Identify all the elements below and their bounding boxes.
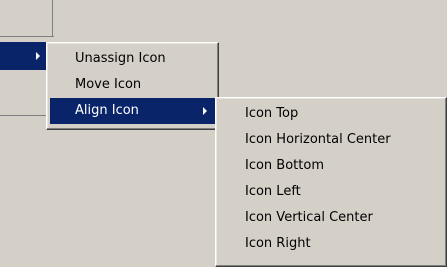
submenu-item-label: Icon Right — [245, 236, 311, 251]
submenu-item-icon-horizontal-center[interactable]: Icon Horizontal Center — [219, 127, 443, 153]
submenu-item-icon-bottom[interactable]: Icon Bottom — [219, 153, 443, 179]
menu-item-label: Align Icon — [75, 103, 139, 118]
menu-item-label: Move Icon — [75, 77, 142, 92]
menu-item-label: Unassign Icon — [75, 51, 166, 66]
submenu-item-label: Icon Vertical Center — [245, 210, 373, 225]
submenu-item-label: Icon Horizontal Center — [245, 132, 391, 147]
background-divider-horizontal-lower — [0, 115, 46, 116]
background-divider-vertical — [52, 0, 53, 36]
align-icon-submenu: Icon Top Icon Horizontal Center Icon Bot… — [215, 97, 447, 267]
submenu-arrow-icon — [36, 52, 40, 60]
menu-item-unassign-icon[interactable]: Unassign Icon — [50, 46, 215, 72]
menu-item-align-icon[interactable]: Align Icon — [50, 98, 215, 124]
background-divider-horizontal — [0, 36, 54, 37]
submenu-item-icon-right[interactable]: Icon Right — [219, 231, 443, 257]
submenu-item-icon-vertical-center[interactable]: Icon Vertical Center — [219, 205, 443, 231]
parent-menu-item-highlighted[interactable] — [0, 42, 46, 70]
submenu-item-label: Icon Bottom — [245, 158, 324, 173]
context-menu: Unassign Icon Move Icon Align Icon — [46, 42, 219, 130]
menu-item-move-icon[interactable]: Move Icon — [50, 72, 215, 98]
submenu-item-label: Icon Left — [245, 184, 301, 199]
submenu-arrow-icon — [203, 107, 207, 115]
submenu-item-icon-left[interactable]: Icon Left — [219, 179, 443, 205]
submenu-item-icon-top[interactable]: Icon Top — [219, 101, 443, 127]
submenu-item-label: Icon Top — [245, 106, 299, 121]
